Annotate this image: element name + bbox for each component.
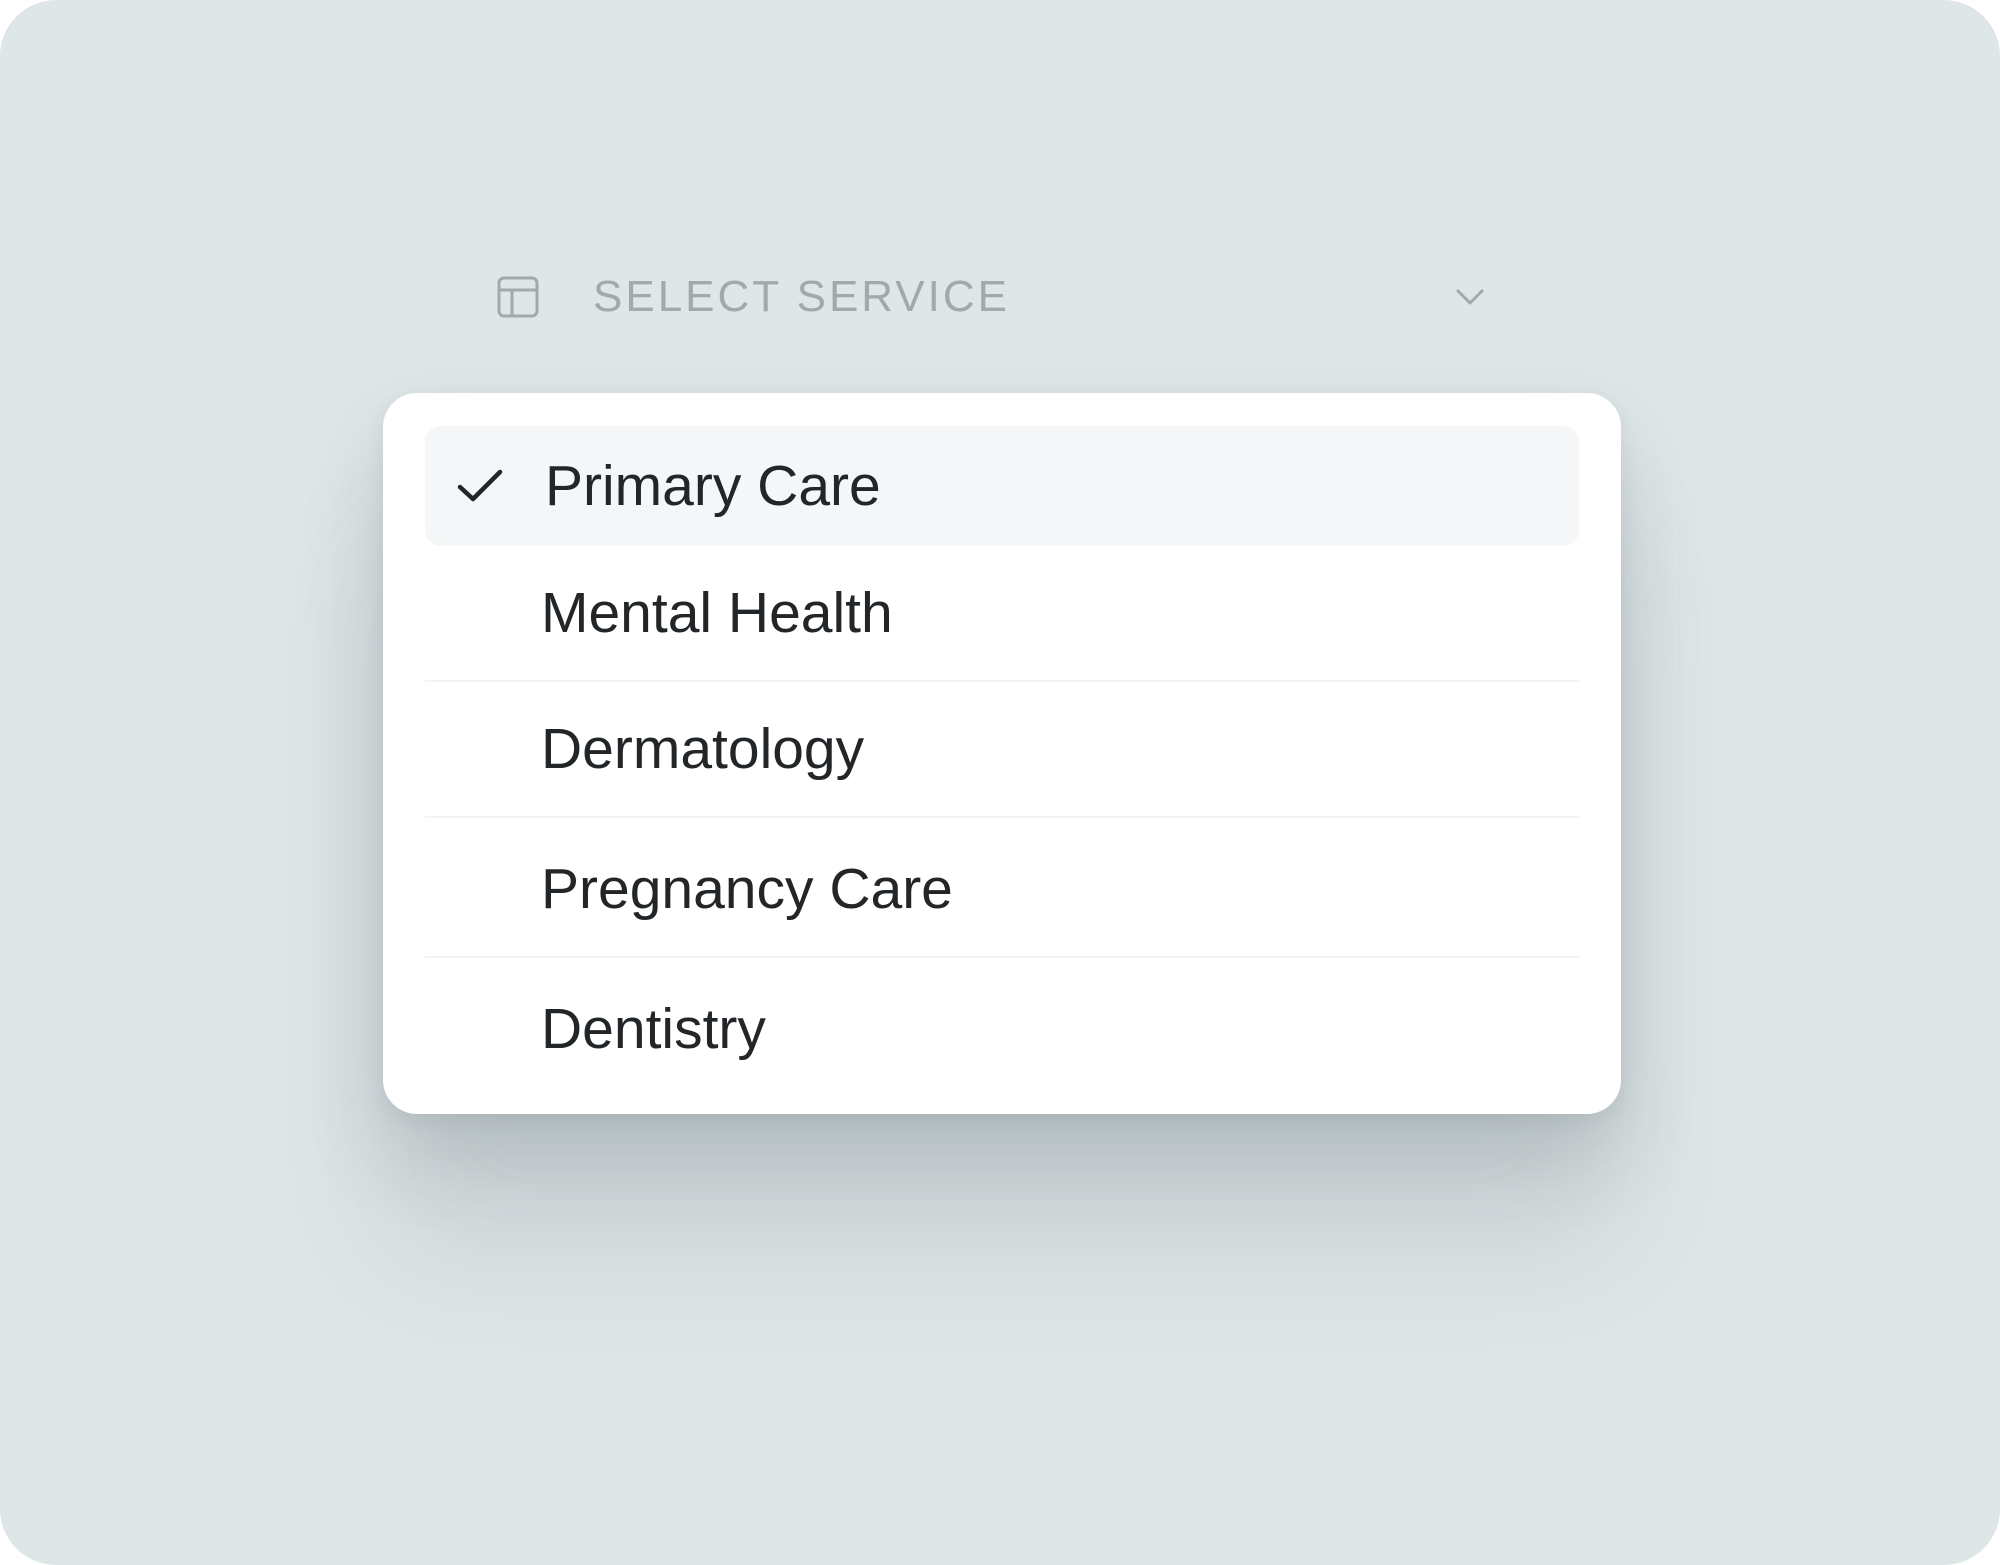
option-label: Mental Health (541, 581, 893, 645)
option-label: Dermatology (541, 717, 865, 781)
option-pregnancy-care[interactable]: Pregnancy Care (425, 829, 1579, 949)
option-primary-care[interactable]: Primary Care (425, 426, 1579, 546)
chevron-down-icon[interactable] (1450, 280, 1490, 314)
option-label: Pregnancy Care (541, 857, 953, 921)
option-dermatology[interactable]: Dermatology (425, 689, 1579, 809)
divider (425, 956, 1579, 958)
option-dentistry[interactable]: Dentistry (425, 969, 1579, 1089)
table-icon (495, 274, 541, 320)
option-label: Dentistry (541, 997, 766, 1061)
divider (425, 816, 1579, 818)
select-placeholder: SELECT SERVICE (593, 272, 1010, 321)
canvas: SELECT SERVICE Primary Care Mental Healt… (0, 0, 2000, 1565)
divider (425, 680, 1579, 682)
check-icon (455, 466, 505, 506)
service-select-trigger[interactable]: SELECT SERVICE (495, 262, 1505, 332)
option-label: Primary Care (545, 454, 881, 518)
service-dropdown-menu: Primary Care Mental Health Dermatology P… (383, 393, 1621, 1114)
option-mental-health[interactable]: Mental Health (425, 553, 1579, 673)
